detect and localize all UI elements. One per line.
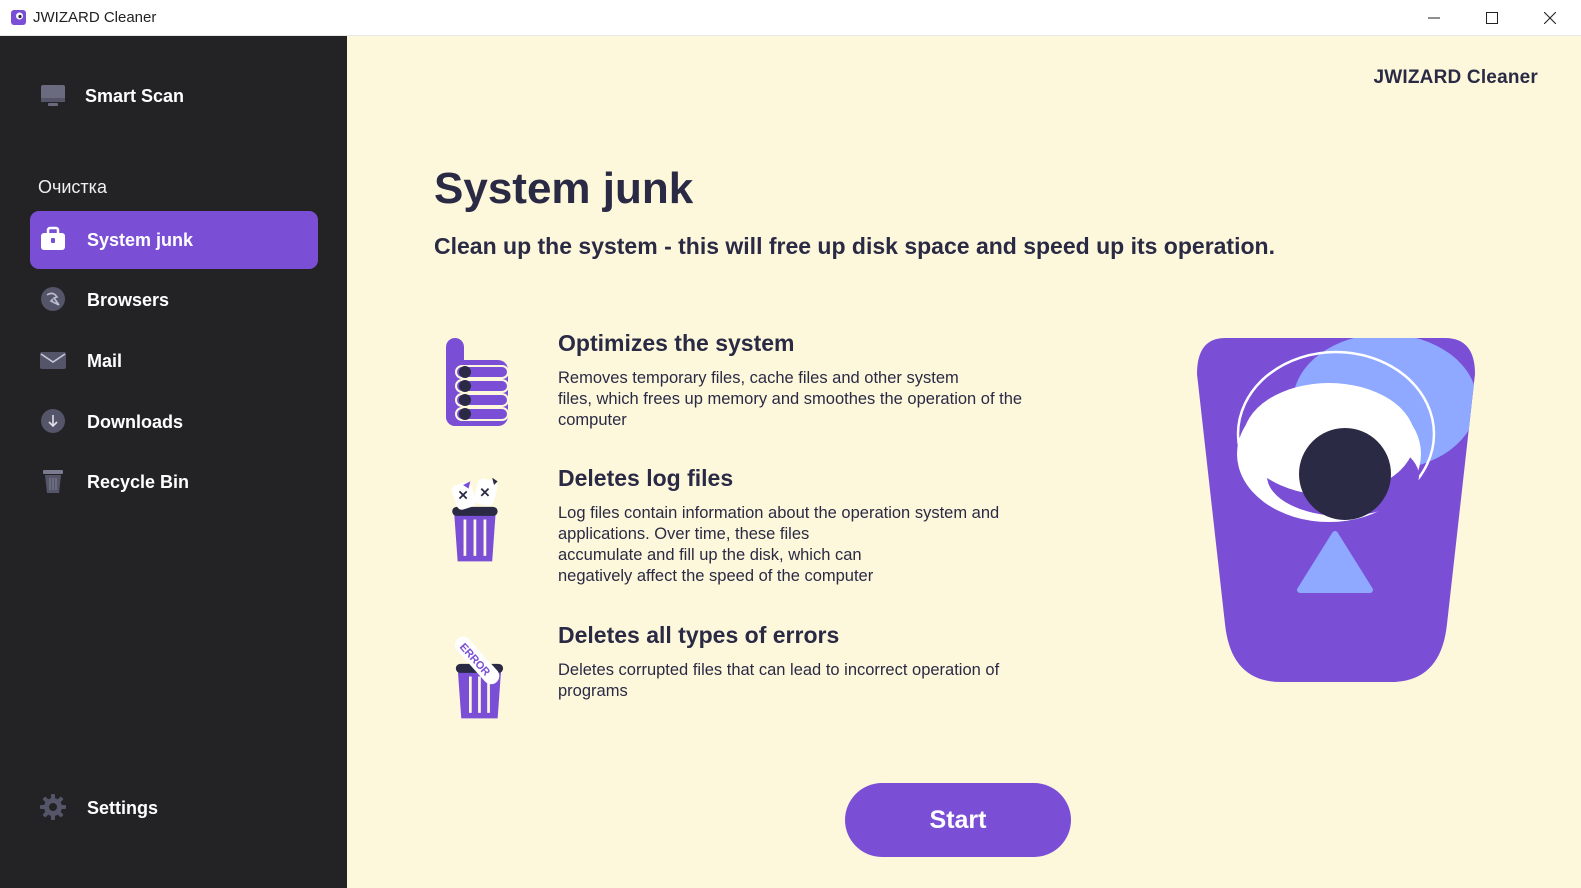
sidebar-item-label: Smart Scan <box>85 85 185 106</box>
feature-title: Deletes all types of errors <box>558 622 840 648</box>
section-title-cleaning: Очистка <box>38 177 107 197</box>
feature-description: Deletes corrupted files that can lead to… <box>558 660 1078 702</box>
maximize-button[interactable] <box>1463 0 1521 36</box>
briefcase-icon <box>41 226 65 250</box>
title-bar: JWIZARD Cleaner <box>0 0 1581 36</box>
trash-icon <box>43 470 63 493</box>
sidebar-item-label: Settings <box>87 797 159 818</box>
browser-icon <box>41 287 65 311</box>
sidebar-item-mail[interactable]: Mail <box>30 332 318 390</box>
close-icon <box>1544 12 1556 24</box>
sidebar: Smart Scan Очистка System junk Browsers … <box>0 36 347 888</box>
feature-description-line: programs <box>558 682 628 700</box>
feature-description-line: negatively affect the speed of the compu… <box>558 567 874 585</box>
trash-bin-eye-illustration <box>1197 338 1475 682</box>
window-title: JWIZARD Cleaner <box>33 9 157 26</box>
sidebar-item-system-junk[interactable]: System junk <box>30 211 318 269</box>
sidebar-item-recycle-bin[interactable]: Recycle Bin <box>30 453 318 511</box>
sidebar-item-settings[interactable]: Settings <box>30 779 318 837</box>
feature-description-line: Deletes corrupted files that can lead to… <box>558 661 1000 679</box>
sidebar-item-label: Browsers <box>87 289 170 310</box>
feature-title: Optimizes the system <box>558 330 795 356</box>
maximize-icon <box>1486 12 1498 24</box>
error-bin-icon: ERROR <box>454 636 504 719</box>
sidebar-item-label: System junk <box>87 229 194 250</box>
app-logo-icon <box>11 10 26 25</box>
feature-description-line: accumulate and fill up the disk, which c… <box>558 546 862 564</box>
gear-icon <box>40 794 66 820</box>
sidebar-item-downloads[interactable]: Downloads <box>30 393 318 451</box>
page-title: System junk <box>434 164 694 213</box>
feature-description-line: files, which frees up memory and smoothe… <box>558 390 1023 408</box>
sidebar-item-smart-scan[interactable]: Smart Scan <box>30 67 318 125</box>
feature-description-line: Log files contain information about the … <box>558 504 1000 522</box>
start-button[interactable]: Start <box>845 783 1071 857</box>
thumbs-up-icon <box>446 338 509 426</box>
minimize-button[interactable] <box>1405 0 1463 36</box>
feature-title: Deletes log files <box>558 465 734 491</box>
monitor-icon <box>41 85 65 106</box>
minimize-icon <box>1428 17 1440 19</box>
broken-files-bin-icon <box>451 477 498 562</box>
close-button[interactable] <box>1521 0 1579 36</box>
sidebar-item-browsers[interactable]: Browsers <box>30 271 318 329</box>
feature-description-line: Removes temporary files, cache files and… <box>558 369 959 387</box>
sidebar-item-label: Recycle Bin <box>87 471 190 492</box>
main-panel: JWIZARD Cleaner System junk Clean up the… <box>347 36 1581 888</box>
mail-icon <box>40 352 66 369</box>
sidebar-item-label: Downloads <box>87 411 184 432</box>
feature-description-line: applications. Over time, these files <box>558 525 810 543</box>
feature-description: Log files contain information about the … <box>558 503 1078 587</box>
page-subtitle: Clean up the system - this will free up … <box>434 233 1275 259</box>
brand-name: JWIZARD Cleaner <box>1373 67 1538 88</box>
sidebar-item-label: Mail <box>87 350 123 371</box>
download-icon <box>41 409 65 433</box>
feature-description-line: computer <box>558 411 627 429</box>
feature-description: Removes temporary files, cache files and… <box>558 368 1078 431</box>
